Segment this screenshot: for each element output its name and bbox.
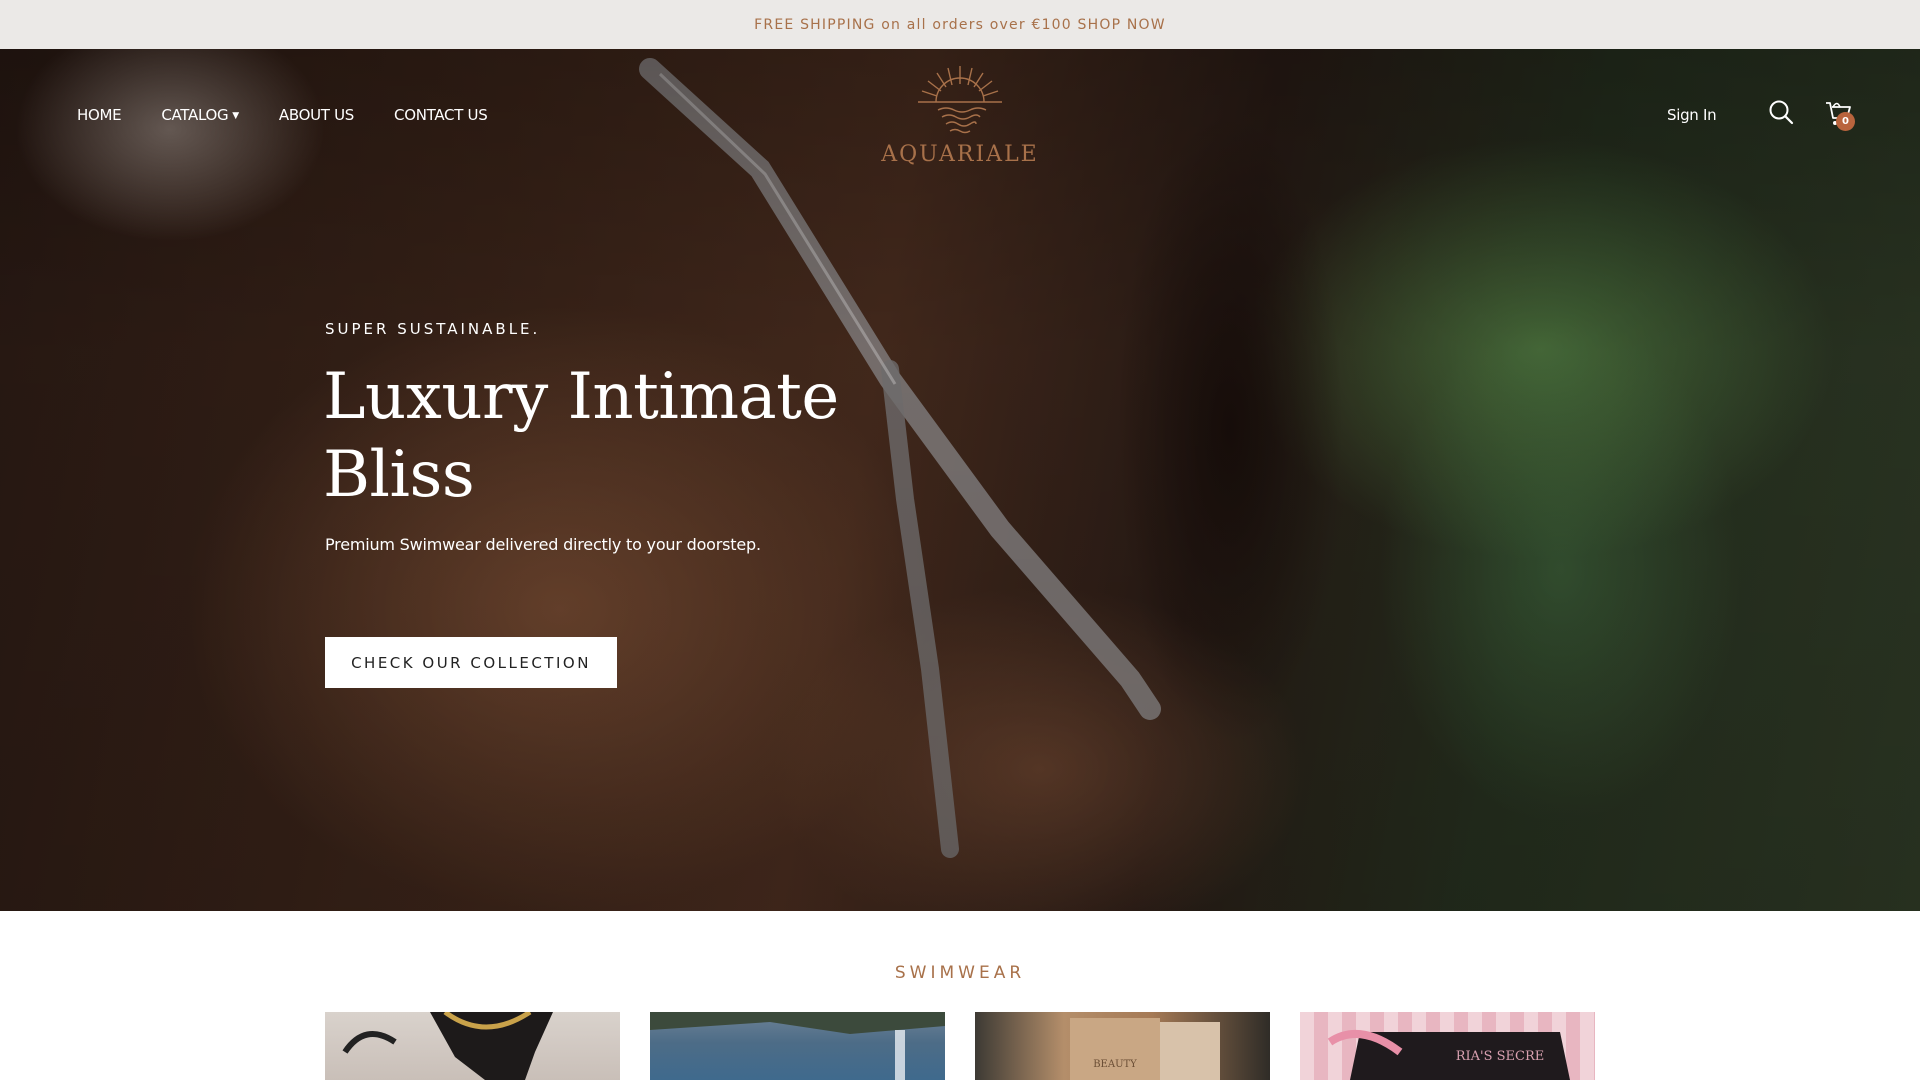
- nav-home[interactable]: HOME: [77, 106, 122, 124]
- sign-in-link[interactable]: Sign In: [1667, 106, 1717, 124]
- section-title: SWIMWEAR: [894, 963, 1026, 983]
- hero-eyebrow: SUPER SUSTAINABLE.: [325, 320, 541, 338]
- nav-contact-us[interactable]: CONTACT US: [394, 106, 488, 124]
- card-4-image: RIA'S SECRE: [1327, 1030, 1570, 1080]
- sunrise-logo-icon: [918, 66, 1002, 134]
- hero-banner: [0, 49, 1920, 911]
- swimwear-card-4[interactable]: RIA'S SECRE: [1300, 1012, 1595, 1080]
- main-nav: HOME CATALOG ▼ ABOUT US CONTACT US: [77, 106, 488, 124]
- svg-text:RIA'S SECRE: RIA'S SECRE: [1456, 1049, 1545, 1064]
- hero-headline: Luxury Intimate Bliss: [323, 360, 839, 512]
- search-button[interactable]: [1768, 99, 1794, 125]
- nav-catalog-label: CATALOG: [161, 106, 229, 124]
- check-collection-button[interactable]: CHECK OUR COLLECTION: [325, 637, 617, 688]
- swimwear-card-2[interactable]: [650, 1012, 945, 1080]
- card-3-image: BEAUTY: [1070, 1018, 1220, 1080]
- announcement-bar[interactable]: FREE SHIPPING on all orders over €100 SH…: [0, 0, 1920, 49]
- card-1-image: [342, 1012, 553, 1080]
- brand-name: AQUARIALE: [881, 142, 1039, 167]
- hero-overlay: [0, 49, 1920, 911]
- chevron-down-icon: ▼: [232, 111, 239, 121]
- swimwear-card-1[interactable]: [325, 1012, 620, 1080]
- nav-catalog[interactable]: CATALOG ▼: [161, 106, 239, 124]
- cart-count-badge: 0: [1836, 112, 1855, 131]
- nav-about-us[interactable]: ABOUT US: [279, 106, 354, 124]
- brand-logo[interactable]: AQUARIALE: [880, 62, 1040, 172]
- card-2-image: [650, 1012, 945, 1080]
- hero-subtext: Premium Swimwear delivered directly to y…: [325, 535, 761, 554]
- svg-text:BEAUTY: BEAUTY: [1093, 1059, 1137, 1070]
- announcement-text[interactable]: FREE SHIPPING on all orders over €100 SH…: [754, 17, 1166, 33]
- swimwear-card-3[interactable]: BEAUTY: [975, 1012, 1270, 1080]
- search-icon: [1769, 100, 1794, 125]
